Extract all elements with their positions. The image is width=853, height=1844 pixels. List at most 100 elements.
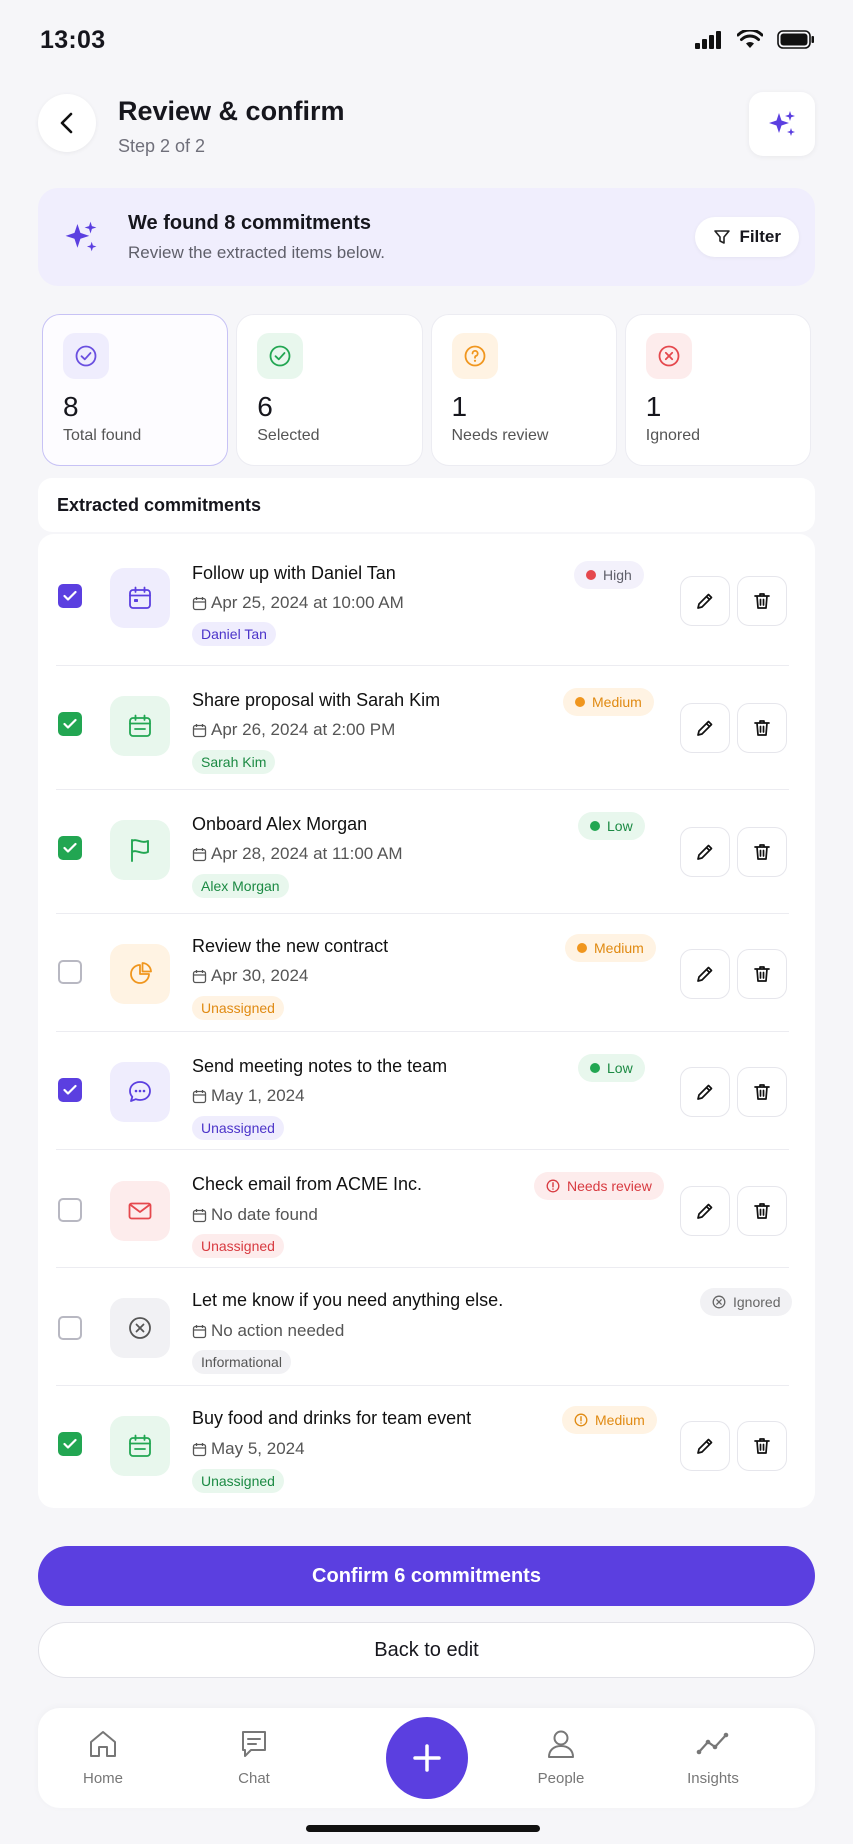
ai-assist-button[interactable] [749,92,815,156]
filter-button[interactable]: Filter [695,217,799,257]
filter-icon [714,230,731,244]
calendar-icon [110,568,170,628]
back-to-edit-button[interactable]: Back to edit [38,1622,815,1678]
stat-selected[interactable]: 6 Selected [236,314,423,466]
calendar-small-icon [192,1324,207,1338]
stat-ignored[interactable]: 1 Ignored [624,314,811,466]
item-date: No date found [192,1205,318,1225]
list-item[interactable]: Send meeting notes to the team May 1, 20… [38,1032,815,1150]
priority-label: High [603,567,632,583]
mail-icon [110,1181,170,1241]
page-subtitle: Step 2 of 2 [118,136,206,156]
edit-button[interactable] [680,827,730,877]
edit-button[interactable] [680,703,730,753]
item-checkbox[interactable] [58,1432,82,1456]
item-date-text: No action needed [211,1321,345,1340]
item-date-text: Apr 28, 2024 at 11:00 AM [211,844,403,863]
delete-button[interactable] [737,827,787,877]
stat-value: 1 [451,391,468,422]
banner-subtitle: Review the extracted items below. [128,243,386,262]
delete-button[interactable] [737,1421,787,1471]
calendar-icon [110,696,170,756]
item-date: May 1, 2024 [192,1086,305,1106]
home-indicator [306,1825,540,1832]
item-tag: Alex Morgan [192,874,289,898]
status-badge: Needs review [534,1172,664,1200]
edit-button[interactable] [680,1186,730,1236]
list-item[interactable]: Check email from ACME Inc. No date found… [38,1150,815,1268]
priority-label: Low [607,818,633,834]
item-title: Send meeting notes to the team [192,1056,448,1076]
edit-button[interactable] [680,949,730,999]
delete-button[interactable] [737,703,787,753]
item-checkbox[interactable] [58,712,82,736]
tab-label: People [537,1770,585,1787]
trash-icon [754,844,770,860]
item-checkbox[interactable] [58,836,82,860]
stat-value: 1 [645,391,662,422]
sparkles-icon [62,218,100,261]
edit-button[interactable] [680,1067,730,1117]
priority-label: Medium [594,940,644,956]
item-date-text: May 5, 2024 [211,1439,305,1458]
pencil-icon [697,1203,713,1219]
delete-button[interactable] [737,949,787,999]
item-checkbox[interactable] [58,584,82,608]
stat-needs-review[interactable]: 1 Needs review [430,314,617,466]
tab-chat[interactable]: Chat [199,1726,309,1787]
calendar-icon [110,1416,170,1476]
tab-people[interactable]: People [506,1726,616,1787]
item-tag: Informational [192,1350,291,1374]
battery-icon [777,30,814,49]
delete-button[interactable] [737,576,787,626]
stats-row: 8 Total found 6 Selected 1 Needs review … [42,314,811,466]
info-circle-icon [546,1179,560,1193]
item-checkbox[interactable] [58,1078,82,1102]
priority-badge: High [574,561,644,589]
wifi-icon [737,30,763,48]
item-checkbox[interactable] [58,960,82,984]
stat-label: Ignored [645,427,701,444]
person-icon [548,1730,574,1758]
delete-button[interactable] [737,1067,787,1117]
item-date-text: No date found [211,1205,318,1224]
x-circle-icon [110,1298,170,1358]
stat-label: Selected [257,427,320,444]
priority-badge: Medium [563,688,654,716]
list-item[interactable]: Let me know if you need anything else. N… [38,1268,815,1386]
item-date-text: May 1, 2024 [211,1086,305,1105]
pencil-icon [697,966,713,982]
add-button[interactable] [386,1717,468,1799]
chat-bubble-icon [242,1731,266,1757]
list-item[interactable]: Review the new contract Apr 30, 2024 Una… [38,914,815,1032]
item-tag: Unassigned [192,996,284,1020]
chevron-left-icon [60,112,73,134]
list-item[interactable]: Share proposal with Sarah Kim Apr 26, 20… [38,666,815,790]
edit-button[interactable] [680,576,730,626]
priority-label: Medium [595,1412,645,1428]
filter-label: Filter [739,227,781,246]
back-button[interactable] [38,94,96,152]
list-item[interactable]: Onboard Alex Morgan Apr 28, 2024 at 11:0… [38,790,815,914]
header: Review & confirm Step 2 of 2 [38,92,815,162]
list-item[interactable]: Follow up with Daniel Tan Apr 25, 2024 a… [38,534,815,666]
pencil-icon [697,1438,713,1454]
status-badge: Ignored [700,1288,793,1316]
calendar-small-icon [192,847,207,861]
item-tag: Unassigned [192,1234,284,1258]
delete-button[interactable] [737,1186,787,1236]
item-checkbox[interactable] [58,1198,82,1222]
x-circle-icon [645,333,692,379]
item-tag: Daniel Tan [192,622,276,646]
item-checkbox[interactable] [58,1316,82,1340]
confirm-button[interactable]: Confirm 6 commitments [38,1546,815,1606]
list-item[interactable]: Buy food and drinks for team event May 5… [38,1386,815,1508]
stat-total-found[interactable]: 8 Total found [42,314,229,466]
tab-insights[interactable]: Insights [658,1726,768,1787]
check-circle-icon [257,333,304,379]
edit-button[interactable] [680,1421,730,1471]
sparkles-icon [769,111,795,136]
tab-home[interactable]: Home [48,1726,158,1787]
pencil-icon [697,844,713,860]
check-circle-icon [63,333,109,379]
